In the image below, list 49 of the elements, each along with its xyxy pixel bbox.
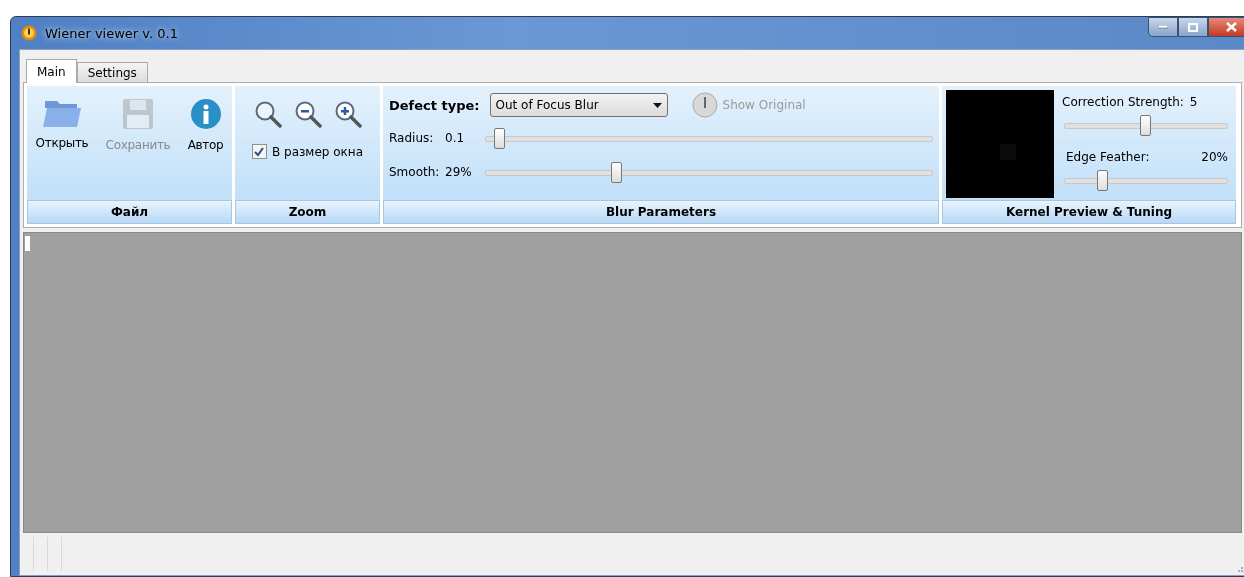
dropdown-arrow-icon: [652, 102, 662, 108]
magnifier-icon: [253, 100, 282, 128]
power-icon: [691, 92, 718, 118]
group-caption: Kernel Preview & Tuning: [942, 200, 1236, 224]
minimize-icon: [1158, 25, 1168, 29]
group-caption: Blur Parameters: [383, 200, 939, 224]
maximize-icon: [1188, 22, 1198, 32]
zoom-in-button[interactable]: [333, 100, 362, 128]
maximize-button[interactable]: [1178, 17, 1208, 37]
slider-value: 29%: [445, 165, 473, 179]
slider-value: 0.1: [445, 131, 466, 145]
slider-thumb[interactable]: [611, 161, 623, 183]
floppy-icon: [122, 98, 154, 130]
folder-icon: [43, 98, 81, 128]
group-caption: Файл: [27, 200, 232, 224]
group-caption: Zoom: [235, 200, 380, 224]
close-button[interactable]: [1208, 17, 1244, 37]
tab[interactable]: Settings: [76, 62, 148, 82]
slider[interactable]: [485, 127, 933, 149]
fit-window-checkbox[interactable]: В размер окна: [251, 144, 364, 159]
defect-type-dropdown[interactable]: Out of Focus Blur: [489, 93, 668, 117]
author-button[interactable]: Автор: [187, 98, 224, 152]
checkbox[interactable]: [251, 144, 267, 159]
info-icon: [189, 98, 222, 130]
slider-label: Correction Strength:: [1062, 95, 1184, 111]
slider-value: 20%: [1201, 150, 1228, 166]
close-icon: [1225, 22, 1237, 32]
app-icon: [21, 25, 37, 41]
window-title: Wiener viewer v. 0.1: [45, 25, 178, 41]
slider-label: Smooth:: [389, 165, 441, 179]
zoom-in-icon: [333, 100, 362, 128]
slider-label: Radius:: [389, 131, 435, 145]
zoom-out-button[interactable]: [293, 100, 322, 128]
zoom-fit-button[interactable]: [253, 100, 282, 128]
slider-thumb[interactable]: [1097, 170, 1109, 191]
slider-thumb[interactable]: [493, 127, 505, 149]
slider-label: Edge Feather:: [1066, 150, 1150, 166]
slider[interactable]: [485, 161, 933, 183]
slider-thumb[interactable]: [1140, 115, 1151, 136]
tab[interactable]: Main: [26, 59, 77, 83]
slider-value: 5: [1189, 95, 1198, 111]
slider[interactable]: [1064, 115, 1228, 136]
zoom-out-icon: [293, 100, 322, 128]
defect-type-label: Defect type:: [389, 97, 480, 113]
open-button[interactable]: Открыть: [35, 98, 89, 150]
check-icon: [254, 146, 265, 157]
text-cursor: [25, 236, 30, 251]
slider[interactable]: [1064, 170, 1228, 191]
minimize-button[interactable]: [1148, 17, 1178, 37]
